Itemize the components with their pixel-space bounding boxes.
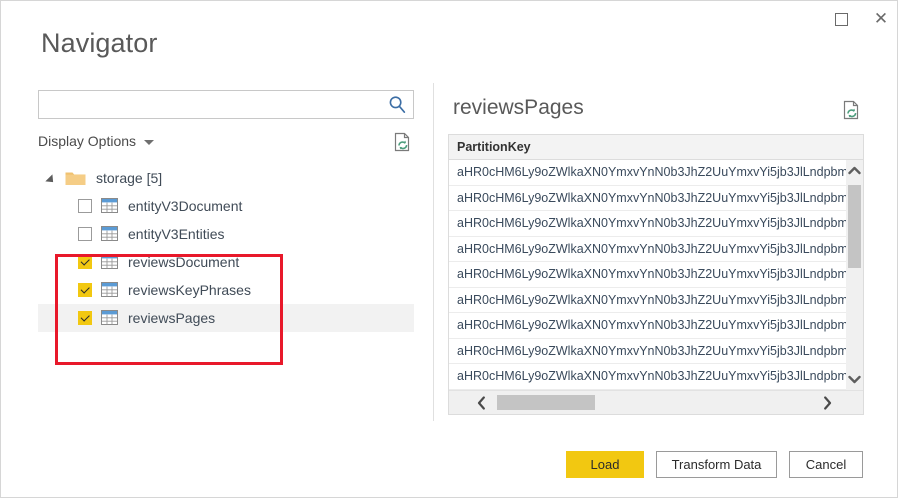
page-title: Navigator <box>41 28 158 58</box>
tree-root-storage[interactable]: storage [5] <box>38 164 414 192</box>
tree-item-entityv3entities[interactable]: entityV3Entities <box>38 220 414 248</box>
table-icon <box>101 226 118 241</box>
cell-partitionkey: aHR0cHM6Ly9oZWlkaXN0YmxvYnN0b3JhZ2UuYmxv… <box>457 318 863 333</box>
table-row[interactable]: aHR0cHM6Ly9oZWlkaXN0YmxvYnN0b3JhZ2UuYmxv… <box>449 364 863 390</box>
cell-partitionkey: aHR0cHM6Ly9oZWlkaXN0YmxvYnN0b3JhZ2UuYmxv… <box>457 369 863 384</box>
table-icon <box>101 282 118 297</box>
table-row[interactable]: aHR0cHM6Ly9oZWlkaXN0YmxvYnN0b3JhZ2UuYmxv… <box>449 237 863 262</box>
chevron-right-icon[interactable] <box>815 391 839 414</box>
maximize-icon <box>834 12 848 26</box>
tree-root-label: storage [5] <box>96 170 163 186</box>
checkbox-reviewsdocument[interactable] <box>78 255 92 269</box>
load-button[interactable]: Load <box>566 451 644 478</box>
cell-partitionkey: aHR0cHM6Ly9oZWlkaXN0YmxvYnN0b3JhZ2UuYmxv… <box>457 241 863 256</box>
search-icon[interactable] <box>388 95 407 114</box>
table-icon <box>101 254 118 269</box>
chevron-down-icon[interactable] <box>846 371 863 388</box>
close-icon: ✕ <box>873 8 889 29</box>
tree-item-label: entityV3Document <box>128 198 243 214</box>
table-row[interactable]: aHR0cHM6Ly9oZWlkaXN0YmxvYnN0b3JhZ2UuYmxv… <box>449 339 863 364</box>
close-button[interactable]: ✕ <box>859 1 900 37</box>
navigator-dialog: ✕ Navigator Display Options storage [5] … <box>0 0 898 498</box>
checkbox-reviewskeyphrases[interactable] <box>78 283 92 297</box>
preview-refresh-icon[interactable] <box>842 100 862 121</box>
horizontal-scrollbar[interactable] <box>449 390 863 414</box>
tree-item-reviewspages[interactable]: reviewsPages <box>38 304 414 332</box>
grid-body: aHR0cHM6Ly9oZWlkaXN0YmxvYnN0b3JhZ2UuYmxv… <box>449 160 863 390</box>
search-box[interactable] <box>38 90 414 119</box>
navigation-tree: storage [5] entityV3Document entityV3Ent… <box>38 164 414 332</box>
table-row[interactable]: aHR0cHM6Ly9oZWlkaXN0YmxvYnN0b3JhZ2UuYmxv… <box>449 288 863 313</box>
tree-item-reviewsdocument[interactable]: reviewsDocument <box>38 248 414 276</box>
maximize-button[interactable] <box>819 1 863 37</box>
chevron-down-icon <box>144 139 155 145</box>
preview-title: reviewsPages <box>453 96 584 119</box>
cancel-button[interactable]: Cancel <box>789 451 863 478</box>
table-row[interactable]: aHR0cHM6Ly9oZWlkaXN0YmxvYnN0b3JhZ2UuYmxv… <box>449 262 863 288</box>
table-icon <box>101 198 118 213</box>
grid-header-row: PartitionKey <box>449 135 863 160</box>
pane-divider <box>433 83 434 421</box>
search-input[interactable] <box>39 91 384 118</box>
folder-icon <box>65 170 86 186</box>
table-row[interactable]: aHR0cHM6Ly9oZWlkaXN0YmxvYnN0b3JhZ2UuYmxv… <box>449 160 863 186</box>
cell-partitionkey: aHR0cHM6Ly9oZWlkaXN0YmxvYnN0b3JhZ2UuYmxv… <box>457 343 863 358</box>
chevron-up-icon[interactable] <box>846 162 863 179</box>
display-options-dropdown[interactable]: Display Options <box>38 133 155 149</box>
table-icon <box>101 310 118 325</box>
tree-item-reviewskeyphrases[interactable]: reviewsKeyPhrases <box>38 276 414 304</box>
transform-data-button[interactable]: Transform Data <box>656 451 777 478</box>
table-row[interactable]: aHR0cHM6Ly9oZWlkaXN0YmxvYnN0b3JhZ2UuYmxv… <box>449 211 863 237</box>
tree-item-label: reviewsDocument <box>128 254 240 270</box>
refresh-document-icon[interactable] <box>393 132 413 153</box>
checkbox-reviewspages[interactable] <box>78 311 92 325</box>
tree-item-label: reviewsKeyPhrases <box>128 282 251 298</box>
preview-grid: PartitionKey aHR0cHM6Ly9oZWlkaXN0YmxvYnN… <box>448 134 864 415</box>
tree-item-label: reviewsPages <box>128 310 216 326</box>
horizontal-scrollbar-thumb[interactable] <box>497 395 595 410</box>
vertical-scrollbar[interactable] <box>846 160 863 390</box>
expand-collapse-icon[interactable] <box>45 174 57 186</box>
table-row[interactable]: aHR0cHM6Ly9oZWlkaXN0YmxvYnN0b3JhZ2UuYmxv… <box>449 186 863 211</box>
chevron-left-icon[interactable] <box>469 391 493 414</box>
checkbox-entityv3document[interactable] <box>78 199 92 213</box>
tree-item-label: entityV3Entities <box>128 226 225 242</box>
display-options-label: Display Options <box>38 133 137 149</box>
cell-partitionkey: aHR0cHM6Ly9oZWlkaXN0YmxvYnN0b3JhZ2UuYmxv… <box>457 216 863 231</box>
cell-partitionkey: aHR0cHM6Ly9oZWlkaXN0YmxvYnN0b3JhZ2UuYmxv… <box>457 267 863 282</box>
cell-partitionkey: aHR0cHM6Ly9oZWlkaXN0YmxvYnN0b3JhZ2UuYmxv… <box>457 190 863 205</box>
checkbox-entityv3entities[interactable] <box>78 227 92 241</box>
vertical-scrollbar-thumb[interactable] <box>848 185 861 268</box>
table-row[interactable]: aHR0cHM6Ly9oZWlkaXN0YmxvYnN0b3JhZ2UuYmxv… <box>449 313 863 339</box>
cell-partitionkey: aHR0cHM6Ly9oZWlkaXN0YmxvYnN0b3JhZ2UuYmxv… <box>457 292 863 307</box>
column-header-partitionkey[interactable]: PartitionKey <box>449 140 531 154</box>
tree-item-entityv3document[interactable]: entityV3Document <box>38 192 414 220</box>
cell-partitionkey: aHR0cHM6Ly9oZWlkaXN0YmxvYnN0b3JhZ2UuYmxv… <box>457 165 863 180</box>
